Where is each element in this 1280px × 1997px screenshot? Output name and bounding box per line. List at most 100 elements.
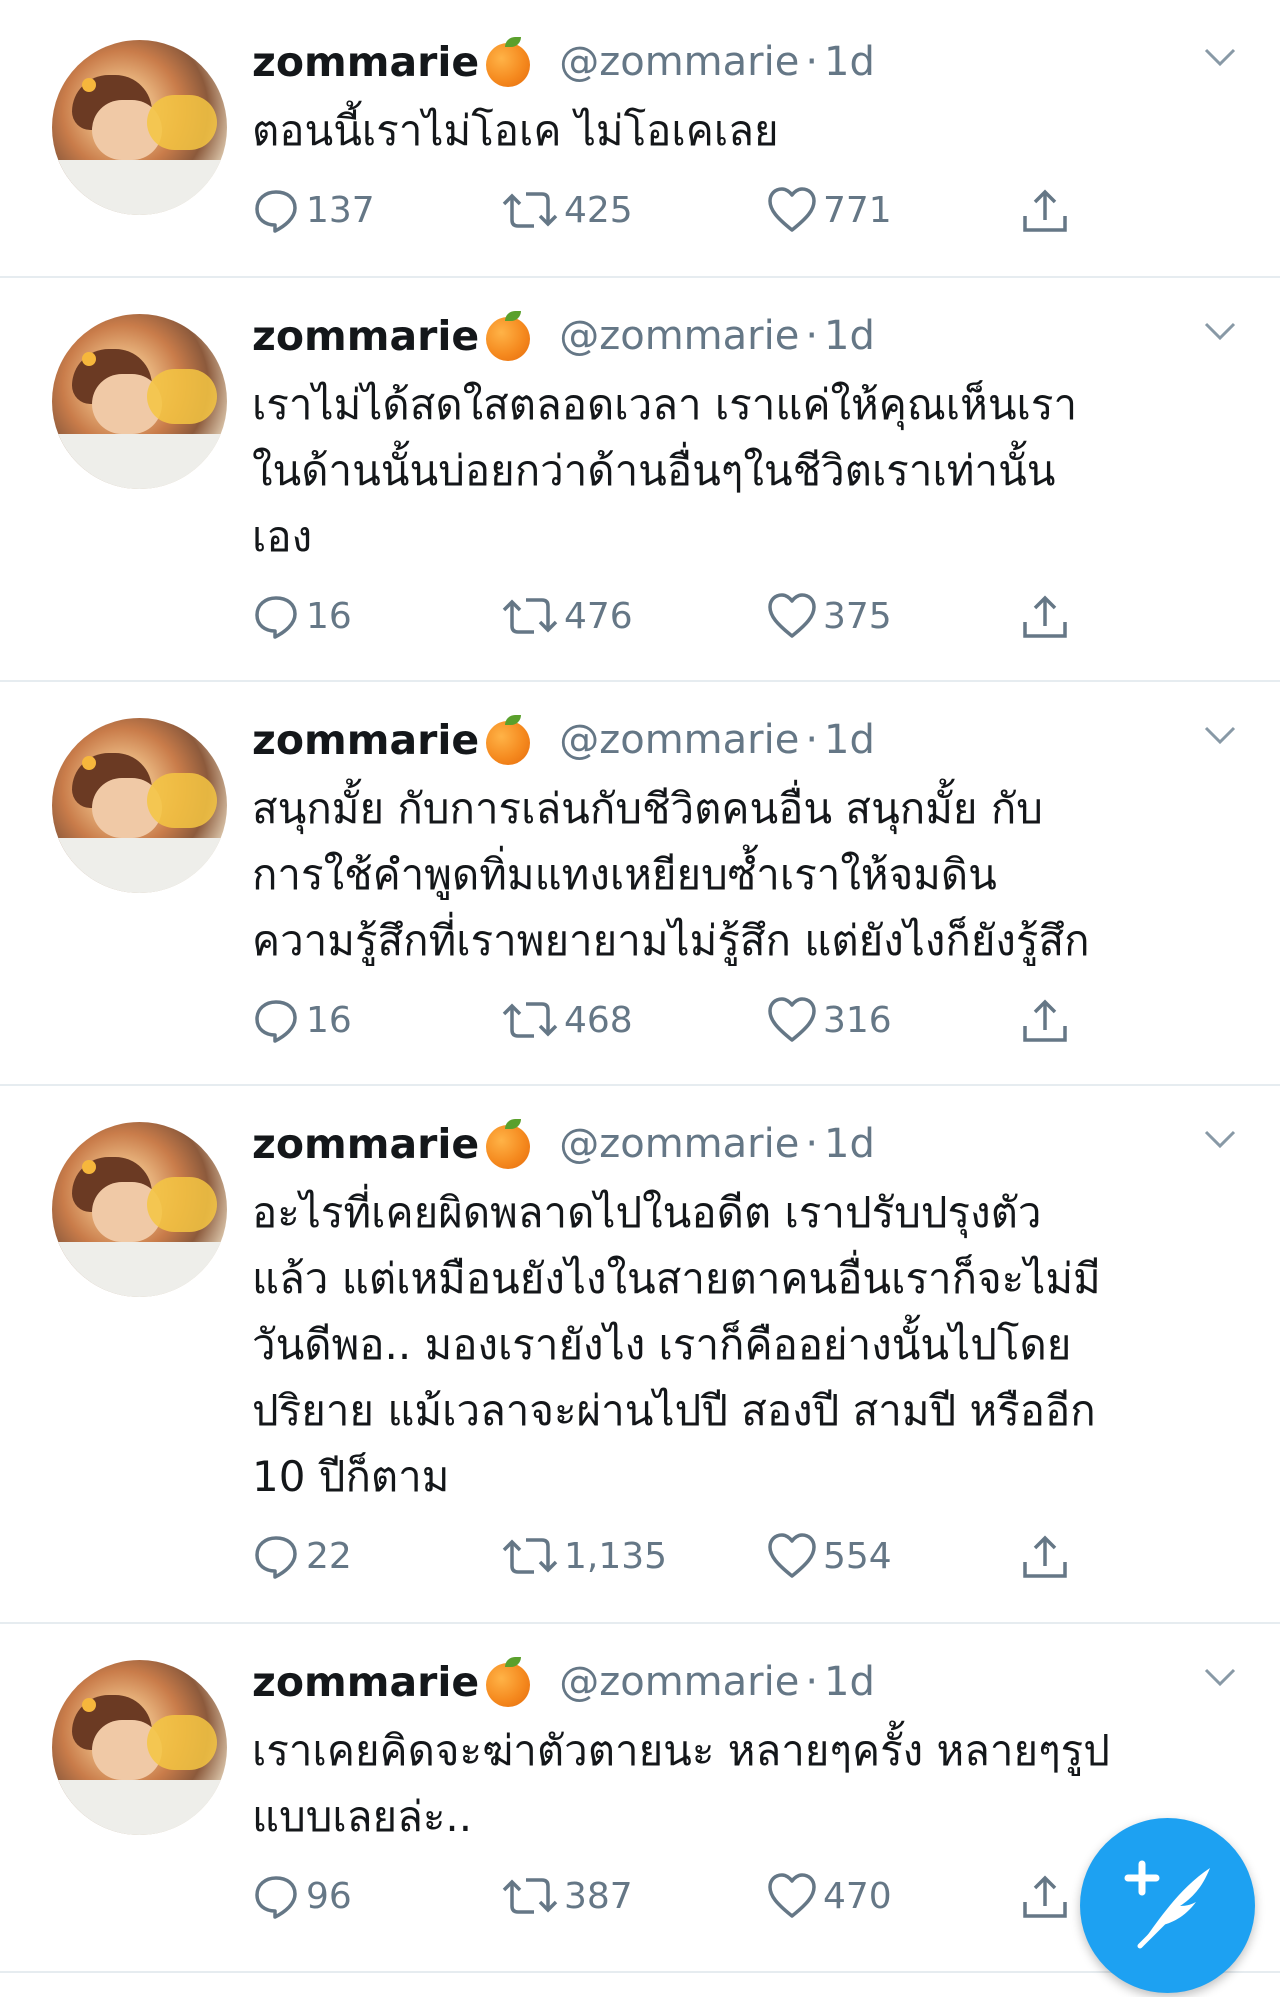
retweet-button[interactable]: 476 [502,592,633,640]
heart-icon [768,187,816,232]
retweet-button[interactable]: 468 [502,996,633,1044]
tweet-menu-button[interactable] [1200,316,1240,346]
share-button[interactable] [1020,1872,1076,1922]
like-count: 771 [823,189,892,231]
retweet-count: 387 [564,1875,633,1917]
reply-count: 16 [306,595,352,637]
avatar[interactable] [52,40,227,215]
display-name[interactable]: zommarie [252,38,479,86]
avatar[interactable] [52,1660,227,1835]
reply-button[interactable]: 137 [252,186,375,234]
heart-icon [768,997,816,1042]
retweet-icon [502,598,558,634]
reply-count: 137 [306,189,375,231]
chevron-down-icon [1204,322,1236,341]
tweet-header: zommarie @zommarie · 1d [252,1654,1240,1710]
user-handle[interactable]: @zommarie [559,717,799,763]
reply-button[interactable]: 22 [252,1532,352,1580]
retweet-icon [502,1878,558,1914]
share-button[interactable] [1020,996,1076,1046]
like-button[interactable]: 375 [767,592,892,640]
like-count: 316 [823,999,892,1041]
tweet-header: zommarie @zommarie · 1d [252,34,1240,90]
display-name[interactable]: zommarie [252,1120,479,1168]
reply-count: 22 [306,1535,352,1577]
orange-emoji-icon [483,1657,533,1707]
user-handle[interactable]: @zommarie [559,1121,799,1167]
reply-icon [255,190,297,233]
tweet-menu-button[interactable] [1200,42,1240,72]
separator-dot: · [805,1121,819,1167]
reply-icon [255,596,297,639]
tweet-timestamp[interactable]: 1d [824,39,875,85]
share-button[interactable] [1020,186,1076,236]
tweet-actions: 137 425 771 [252,186,1240,246]
tweet-menu-button[interactable] [1200,720,1240,750]
like-button[interactable]: 771 [767,186,892,234]
tweet-timestamp[interactable]: 1d [824,1121,875,1167]
heart-icon [768,1873,816,1918]
tweet-text: ตอนนี้เราไม่โอเค ไม่โอเคเลย [252,106,779,155]
share-button[interactable] [1020,592,1076,642]
display-name[interactable]: zommarie [252,1658,479,1706]
share-button[interactable] [1020,1532,1076,1582]
user-handle[interactable]: @zommarie [559,39,799,85]
separator-dot: · [805,1659,819,1705]
tweet-actions: 16 476 375 [252,592,1240,652]
like-button[interactable]: 554 [767,1532,892,1580]
tweet-text: อะไรที่เคยผิดพลาดไปในอดีต เราปรับปรุงตัว… [252,1188,1101,1501]
tweet-actions: 22 1,135 554 [252,1532,1240,1592]
separator-dot: · [805,717,819,763]
reply-button[interactable]: 96 [252,1872,352,1920]
avatar[interactable] [52,314,227,489]
tweet[interactable]: zommarie @zommarie · 1d อะไรที่เคยผิดพลาดไปใ… [0,1086,1280,1624]
tweet[interactable]: zommarie @zommarie · 1d ตอนนี้เราไม่โอเค ไม่… [0,0,1280,278]
like-button[interactable]: 470 [767,1872,892,1920]
avatar[interactable] [52,1122,227,1297]
retweet-count: 425 [564,189,633,231]
share-icon [1023,1875,1067,1918]
display-name[interactable]: zommarie [252,312,479,360]
chevron-down-icon [1204,726,1236,745]
like-count: 375 [823,595,892,637]
tweet-text: สนุกมั้ย กับการเล่นกับชีวิตคนอื่น สนุกมั… [252,784,1090,965]
orange-emoji-icon [483,311,533,361]
retweet-button[interactable]: 425 [502,186,633,234]
reply-count: 96 [306,1875,352,1917]
tweet-menu-button[interactable] [1200,1124,1240,1154]
reply-icon [255,1876,297,1919]
like-count: 554 [823,1535,892,1577]
retweet-count: 468 [564,999,633,1041]
separator-dot: · [805,39,819,85]
display-name[interactable]: zommarie [252,716,479,764]
tweet-timestamp[interactable]: 1d [824,717,875,763]
tweet-timestamp[interactable]: 1d [824,313,875,359]
retweet-button[interactable]: 1,135 [502,1532,667,1580]
reply-count: 16 [306,999,352,1041]
tweet-content: zommarie @zommarie · 1d เราไม่ได้สดใสตลอดเวล… [252,308,1240,652]
reply-icon [255,1000,297,1043]
user-handle[interactable]: @zommarie [559,313,799,359]
heart-icon [768,593,816,638]
separator-dot: · [805,313,819,359]
tweet-header: zommarie @zommarie · 1d [252,1116,1240,1172]
reply-button[interactable]: 16 [252,996,352,1044]
tweet-text: เราไม่ได้สดใสตลอดเวลา เราแค่ให้คุณเห็นเร… [252,380,1078,561]
retweet-button[interactable]: 387 [502,1872,633,1920]
retweet-icon [502,1538,558,1574]
tweet-header: zommarie @zommarie · 1d [252,308,1240,364]
like-button[interactable]: 316 [767,996,892,1044]
tweet[interactable]: zommarie @zommarie · 1d สนุกมั้ย กับการเล่นก… [0,682,1280,1086]
tweet-actions: 16 468 316 [252,996,1240,1056]
tweet[interactable]: zommarie @zommarie · 1d เราไม่ได้สดใสตลอดเวล… [0,278,1280,682]
share-icon [1023,999,1067,1042]
tweet-content: zommarie @zommarie · 1d ตอนนี้เราไม่โอเค ไม่… [252,34,1240,246]
compose-tweet-button[interactable] [1080,1818,1255,1993]
user-handle[interactable]: @zommarie [559,1659,799,1705]
tweet-timestamp[interactable]: 1d [824,1659,875,1705]
avatar[interactable] [52,718,227,893]
orange-emoji-icon [483,37,533,87]
tweet-menu-button[interactable] [1200,1662,1240,1692]
reply-button[interactable]: 16 [252,592,352,640]
like-count: 470 [823,1875,892,1917]
